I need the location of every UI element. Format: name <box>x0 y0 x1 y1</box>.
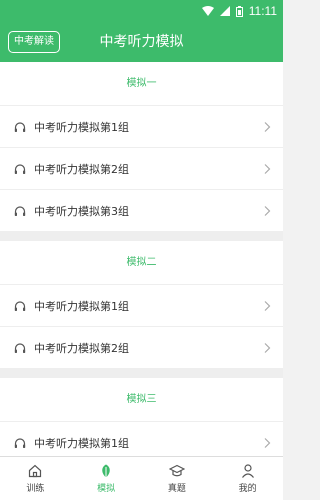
tab-training[interactable]: 训练 <box>0 457 71 500</box>
headphones-icon <box>14 205 26 217</box>
app-bar: 中考解读 中考听力模拟 <box>0 22 283 62</box>
simulation-list[interactable]: 模拟一 中考听力模拟第1组 中考听力模拟第2组 中考听力模拟第3组 模拟二 中考… <box>0 62 283 456</box>
home-icon <box>27 463 43 479</box>
section-title: 模拟三 <box>0 378 283 422</box>
headphones-icon <box>14 121 26 133</box>
status-bar: 11:11 <box>0 0 283 22</box>
section-divider <box>0 232 283 241</box>
status-time: 11:11 <box>248 4 277 18</box>
tab-label: 我的 <box>238 484 257 494</box>
headphones-icon <box>14 163 26 175</box>
section-mock-2: 模拟二 中考听力模拟第1组 中考听力模拟第2组 <box>0 241 283 369</box>
section-divider <box>0 369 283 378</box>
list-item-label: 中考听力模拟第2组 <box>34 162 129 176</box>
list-item[interactable]: 中考听力模拟第1组 <box>0 285 283 327</box>
section-mock-1: 模拟一 中考听力模拟第1组 中考听力模拟第2组 中考听力模拟第3组 <box>0 62 283 232</box>
list-item-label: 中考听力模拟第3组 <box>34 204 129 218</box>
list-item[interactable]: 中考听力模拟第2组 <box>0 148 283 190</box>
list-item-label: 中考听力模拟第1组 <box>34 436 129 450</box>
tab-mine[interactable]: 我的 <box>212 457 283 500</box>
leaf-icon <box>98 463 114 479</box>
tab-past-papers[interactable]: 真题 <box>142 457 213 500</box>
chevron-right-icon <box>263 121 271 133</box>
list-item[interactable]: 中考听力模拟第3组 <box>0 190 283 232</box>
section-mock-3: 模拟三 中考听力模拟第1组 <box>0 378 283 456</box>
headphones-icon <box>14 437 26 449</box>
chevron-right-icon <box>263 205 271 217</box>
section-title: 模拟一 <box>0 62 283 106</box>
battery-icon <box>235 5 243 17</box>
signal-icon <box>219 6 230 16</box>
section-title: 模拟二 <box>0 241 283 285</box>
tab-label: 模拟 <box>97 484 116 494</box>
list-item[interactable]: 中考听力模拟第1组 <box>0 422 283 456</box>
list-item[interactable]: 中考听力模拟第2组 <box>0 327 283 369</box>
list-item-label: 中考听力模拟第2组 <box>34 341 129 355</box>
exam-guide-button[interactable]: 中考解读 <box>8 31 60 53</box>
chevron-right-icon <box>263 300 271 312</box>
wifi-icon <box>201 6 214 16</box>
tab-label: 真题 <box>167 484 186 494</box>
tab-mock[interactable]: 模拟 <box>71 457 142 500</box>
chevron-right-icon <box>263 437 271 449</box>
bottom-tab-bar: 训练 模拟 真题 我的 <box>0 456 283 500</box>
user-icon <box>240 463 256 479</box>
chevron-right-icon <box>263 342 271 354</box>
list-item-label: 中考听力模拟第1组 <box>34 299 129 313</box>
tab-label: 训练 <box>26 484 45 494</box>
graduation-cap-icon <box>168 463 185 479</box>
chevron-right-icon <box>263 163 271 175</box>
headphones-icon <box>14 342 26 354</box>
list-item[interactable]: 中考听力模拟第1组 <box>0 106 283 148</box>
headphones-icon <box>14 300 26 312</box>
list-item-label: 中考听力模拟第1组 <box>34 120 129 134</box>
